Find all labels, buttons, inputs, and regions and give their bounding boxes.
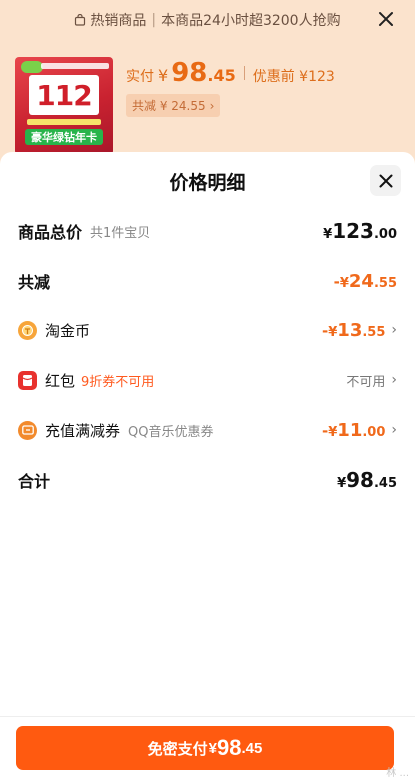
pay-button-yen: ¥ bbox=[208, 739, 217, 757]
thumbnail-caption: 豪华绿钻年卡 bbox=[31, 131, 97, 144]
reduction-amount: - ¥ 24 .55 bbox=[334, 271, 397, 292]
paid-price-line: 实付 ¥ 98 .45 优惠前 ¥123 bbox=[126, 58, 335, 88]
row-total-price: 商品总价 共1件宝贝 ¥ 123 .00 bbox=[18, 216, 397, 246]
discount-chip[interactable]: 共减 ¥ 24.55 › bbox=[126, 94, 221, 117]
sum-yen: ¥ bbox=[337, 476, 347, 491]
row-taojinbi[interactable]: 淘金币 - ¥ 13 .55 › bbox=[18, 315, 397, 345]
total-int: 123 bbox=[332, 219, 374, 243]
voucher-dec: .00 bbox=[362, 424, 386, 440]
product-thumbnail: 112 豪华绿钻年卡 bbox=[15, 57, 113, 155]
price-before-discount: 优惠前 ¥123 bbox=[252, 69, 335, 85]
thumbnail-badge bbox=[21, 61, 43, 73]
reduction-int: 24 bbox=[348, 270, 374, 292]
pay-button-dec: .45 bbox=[241, 739, 263, 757]
sum-label: 合计 bbox=[18, 472, 51, 491]
thumbnail-calendar: 112 bbox=[29, 75, 99, 115]
hot-sale-label: 热销商品 bbox=[90, 13, 147, 29]
taojinbi-amount: - ¥ 13 .55 › bbox=[322, 320, 397, 341]
voucher-note: QQ音乐优惠券 bbox=[128, 424, 214, 440]
discount-chip-label: 共减 ¥ 24.55 bbox=[132, 99, 206, 113]
voucher-yen: ¥ bbox=[328, 424, 338, 440]
password-free-pay-button[interactable]: 免密支付 ¥ 98 .45 bbox=[16, 726, 394, 770]
reduction-label: 共减 bbox=[18, 273, 51, 292]
red-packet-status: 不可用 › bbox=[346, 371, 397, 390]
row-recharge-voucher[interactable]: 充值满减券 QQ音乐优惠券 - ¥ 11 .00 › bbox=[18, 415, 397, 445]
voucher-label: 充值满减券 bbox=[45, 421, 121, 440]
coins-yen: ¥ bbox=[328, 324, 338, 340]
sum-amount: ¥ 98 .45 bbox=[337, 468, 397, 492]
coin-glyph bbox=[22, 324, 33, 336]
row-red-packet[interactable]: 红包 9折券不可用 不可用 › bbox=[18, 365, 397, 395]
sheet-close-button[interactable] bbox=[370, 165, 401, 196]
red-packet-status-text: 不可用 bbox=[346, 374, 386, 390]
total-count: 共1件宝贝 bbox=[90, 225, 151, 241]
red-packet-icon bbox=[18, 370, 37, 390]
close-icon bbox=[379, 174, 392, 187]
voucher-amount: - ¥ 11 .00 › bbox=[322, 420, 397, 441]
thumbnail-stripe bbox=[27, 119, 101, 125]
thumbnail-caption-bar: 豪华绿钻年卡 bbox=[25, 129, 103, 145]
row-sum: 合计 ¥ 98 .45 bbox=[18, 465, 397, 495]
red-packet-note: 9折券不可用 bbox=[81, 374, 155, 390]
paid-dec: .45 bbox=[207, 66, 236, 85]
price-detail-sheet: 价格明细 商品总价 共1件宝贝 ¥ 123 .00 共减 - ¥ 24 .55 bbox=[0, 152, 415, 783]
total-dec: .00 bbox=[373, 227, 397, 242]
close-icon[interactable] bbox=[375, 9, 397, 31]
pay-button-label: 免密支付 bbox=[147, 740, 208, 758]
thumbnail-brand-strip bbox=[41, 63, 109, 69]
total-price-amount: ¥ 123 .00 bbox=[323, 219, 397, 243]
coins-dec: .55 bbox=[362, 324, 386, 340]
hot-sale-notice: 本商品24小时超3200人抢购 bbox=[161, 13, 341, 29]
chevron-right-icon: › bbox=[391, 372, 397, 388]
reduction-dec: .55 bbox=[373, 275, 397, 291]
paid-label: 实付 bbox=[126, 69, 154, 85]
voucher-glyph bbox=[21, 425, 34, 435]
product-price-block: 实付 ¥ 98 .45 优惠前 ¥123 共减 ¥ 24.55 › bbox=[126, 58, 335, 117]
pay-button-int: 98 bbox=[217, 735, 242, 760]
hot-sale-banner: 热销商品 | 本商品24小时超3200人抢购 bbox=[0, 0, 415, 40]
sheet-title: 价格明细 bbox=[169, 172, 246, 194]
total-yen: ¥ bbox=[323, 227, 333, 242]
red-packet-label: 红包 bbox=[45, 371, 76, 390]
thumbnail-number: 112 bbox=[36, 78, 92, 112]
red-packet-glyph bbox=[22, 374, 33, 386]
voucher-icon bbox=[18, 420, 37, 440]
paid-yen: ¥ bbox=[158, 66, 169, 85]
taojinbi-label: 淘金币 bbox=[45, 321, 91, 340]
chevron-right-icon: › bbox=[391, 322, 397, 338]
watermark: 林 ... bbox=[386, 768, 409, 779]
voucher-int: 11 bbox=[337, 419, 363, 441]
shopping-bag-icon bbox=[75, 14, 86, 26]
reduction-yen: ¥ bbox=[339, 275, 349, 291]
paid-int: 98 bbox=[171, 58, 208, 88]
total-price-label: 商品总价 bbox=[18, 223, 83, 242]
chevron-right-icon: › bbox=[209, 98, 215, 113]
chevron-right-icon: › bbox=[391, 422, 397, 438]
coins-int: 13 bbox=[337, 319, 363, 341]
row-total-reduction: 共减 - ¥ 24 .55 bbox=[18, 266, 397, 296]
sum-dec: .45 bbox=[373, 476, 397, 491]
close-glyph bbox=[379, 12, 393, 26]
banner-separator: | bbox=[151, 12, 157, 28]
bottom-divider bbox=[0, 716, 415, 717]
coin-icon bbox=[18, 320, 37, 340]
sum-int: 98 bbox=[346, 468, 374, 492]
price-divider bbox=[243, 66, 245, 80]
